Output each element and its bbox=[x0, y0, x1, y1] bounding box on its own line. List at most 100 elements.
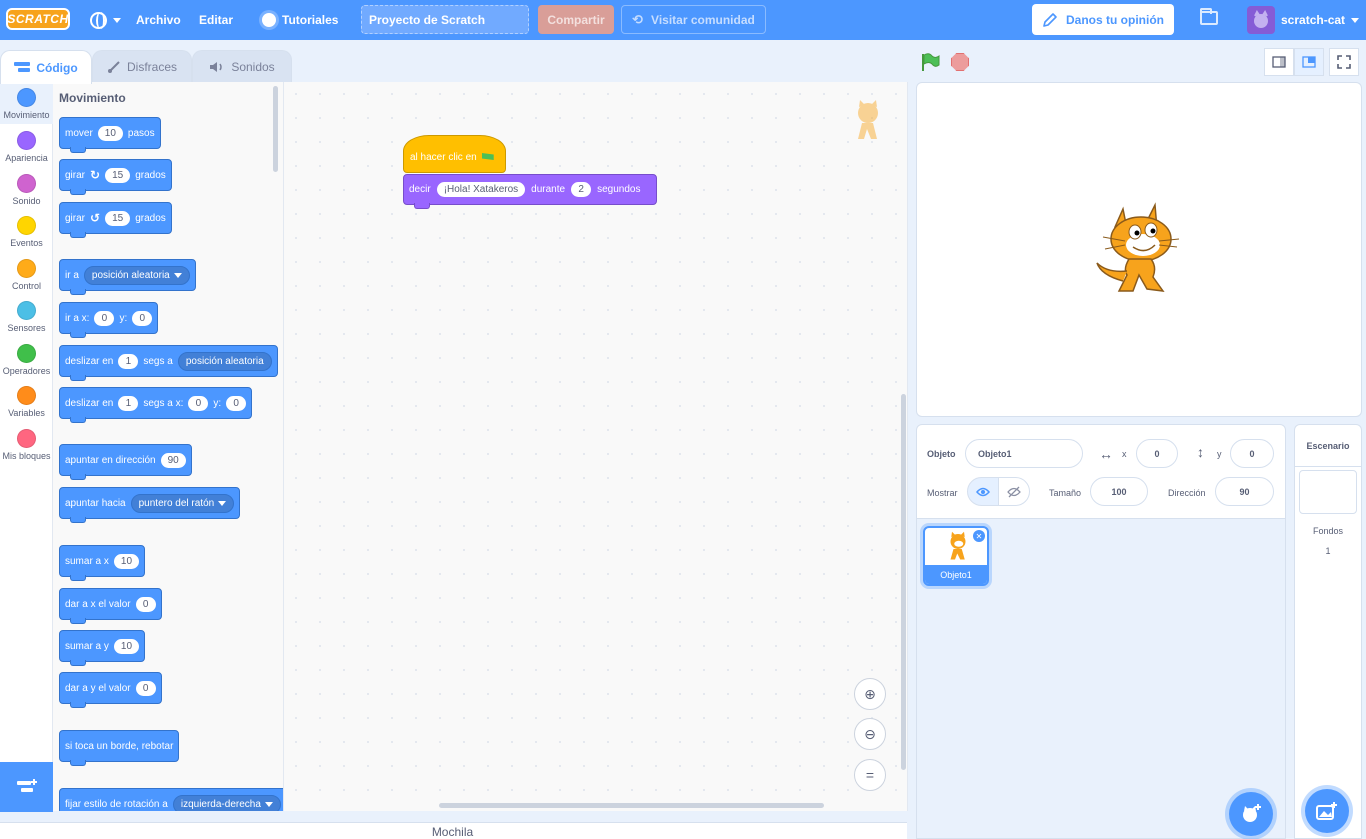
tab-code[interactable]: Código bbox=[0, 50, 92, 84]
scratch-logo[interactable]: SCRATCH bbox=[6, 8, 70, 30]
block-dropdown[interactable]: izquierda-derecha bbox=[172, 794, 281, 811]
backdrop-thumbnail[interactable] bbox=[1299, 470, 1357, 514]
script-area[interactable]: al hacer clic en decir ¡Hola! Xatakeros … bbox=[284, 82, 908, 811]
block-input[interactable]: 0 bbox=[188, 395, 209, 411]
cat-sprite[interactable] bbox=[1093, 201, 1185, 299]
account-menu[interactable]: scratch-cat bbox=[1247, 4, 1360, 36]
category-eventos[interactable]: Eventos bbox=[0, 216, 53, 248]
sprite-tile[interactable]: ✕ Objeto1 bbox=[923, 526, 989, 586]
block-glide-to-xy[interactable]: deslizar en 1 segs a x: 0 y: 0 bbox=[59, 387, 253, 423]
block-input[interactable]: 0 bbox=[94, 310, 115, 326]
block-text: apuntar en dirección bbox=[65, 454, 156, 466]
block-input[interactable]: ¡Hola! Xatakeros bbox=[436, 182, 526, 197]
block-change-y[interactable]: sumar a y 10 bbox=[59, 630, 146, 666]
feedback-button[interactable]: Danos tu opinión bbox=[1032, 4, 1174, 35]
menu-archivo[interactable]: Archivo bbox=[136, 0, 181, 40]
category-variables[interactable]: Variables bbox=[0, 386, 53, 418]
tab-costumes[interactable]: Disfraces bbox=[92, 50, 192, 83]
chevron-down-icon bbox=[1351, 17, 1360, 23]
green-flag-icon[interactable] bbox=[920, 52, 940, 72]
block-move-steps[interactable]: mover 10 pasos bbox=[59, 117, 161, 153]
block-input[interactable]: 90 bbox=[160, 452, 186, 468]
community-icon: ⟲ bbox=[632, 11, 644, 27]
category-control[interactable]: Control bbox=[0, 259, 53, 291]
x-position-input[interactable]: 0 bbox=[1136, 439, 1178, 468]
category-label: Variables bbox=[8, 408, 45, 418]
zoom-in-button[interactable]: ⊕ bbox=[854, 678, 886, 710]
normal-stage-button[interactable] bbox=[1294, 48, 1324, 76]
language-menu[interactable] bbox=[90, 0, 121, 40]
block-input[interactable]: 0 bbox=[135, 680, 156, 696]
category-operadores[interactable]: Operadores bbox=[0, 344, 53, 376]
block-change-x[interactable]: sumar a x 10 bbox=[59, 545, 146, 581]
fullscreen-button[interactable] bbox=[1329, 48, 1359, 76]
block-dropdown[interactable]: posición aleatoria bbox=[83, 265, 190, 285]
backpack-label: Mochila bbox=[431, 825, 474, 839]
tab-sounds[interactable]: Sonidos bbox=[192, 50, 292, 83]
menu-editar[interactable]: Editar bbox=[199, 0, 233, 40]
stop-icon[interactable] bbox=[951, 53, 969, 71]
block-input[interactable]: 10 bbox=[97, 125, 123, 141]
block-dropdown[interactable]: posición aleatoria bbox=[177, 351, 272, 371]
block-input[interactable]: 15 bbox=[105, 167, 131, 183]
block-text: sumar a x bbox=[65, 555, 109, 567]
size-input[interactable]: 100 bbox=[1090, 477, 1148, 506]
block-bounce[interactable]: si toca un borde, rebotar bbox=[59, 730, 180, 766]
block-input[interactable]: 0 bbox=[226, 395, 247, 411]
choose-backdrop-button[interactable] bbox=[1305, 789, 1349, 833]
y-position-input[interactable]: 0 bbox=[1230, 439, 1274, 468]
choose-sprite-button[interactable] bbox=[1229, 792, 1273, 836]
dropdown-value: posición aleatoria bbox=[185, 355, 264, 367]
block-say-for-secs[interactable]: decir ¡Hola! Xatakeros durante 2 segundo… bbox=[403, 174, 657, 209]
menu-tutoriales[interactable]: Tutoriales bbox=[262, 0, 338, 40]
block-set-y[interactable]: dar a y el valor 0 bbox=[59, 672, 162, 708]
add-extension-button[interactable] bbox=[0, 762, 53, 812]
block-input[interactable]: 1 bbox=[118, 353, 139, 369]
block-when-flag-clicked[interactable]: al hacer clic en bbox=[403, 135, 506, 173]
block-input[interactable]: 10 bbox=[113, 553, 140, 569]
block-rotation-style[interactable]: fijar estilo de rotación a izquierda-der… bbox=[59, 788, 283, 811]
vertical-scrollbar[interactable] bbox=[901, 394, 906, 770]
share-button[interactable]: Compartir bbox=[538, 5, 614, 34]
direction-input[interactable]: 90 bbox=[1215, 477, 1274, 506]
hide-sprite-button[interactable] bbox=[998, 477, 1030, 506]
block-go-to[interactable]: ir a posición aleatoria bbox=[59, 259, 196, 295]
block-glide-to[interactable]: deslizar en 1 segs a posición aleatoria bbox=[59, 345, 278, 381]
category-mis-bloques[interactable]: Mis bloques bbox=[0, 429, 53, 461]
dropdown-value: puntero del ratón bbox=[138, 497, 215, 509]
backdrops-count: 1 bbox=[1325, 546, 1331, 556]
stage-selector[interactable]: Escenario Fondos 1 bbox=[1294, 424, 1362, 839]
block-input[interactable]: 0 bbox=[132, 310, 153, 326]
block-point-in-direction[interactable]: apuntar en dirección 90 bbox=[59, 444, 192, 480]
small-stage-button[interactable] bbox=[1264, 48, 1294, 76]
block-input[interactable]: 1 bbox=[118, 395, 139, 411]
zoom-out-button[interactable]: ⊖ bbox=[854, 718, 886, 750]
block-input[interactable]: 0 bbox=[135, 596, 156, 612]
folder-icon[interactable] bbox=[1200, 8, 1218, 25]
project-title-input[interactable]: Proyecto de Scratch bbox=[361, 5, 529, 34]
block-go-to-xy[interactable]: ir a x: 0 y: 0 bbox=[59, 302, 159, 338]
block-text: fijar estilo de rotación a bbox=[65, 798, 168, 810]
category-sensores[interactable]: Sensores bbox=[0, 301, 53, 333]
block-input[interactable]: 2 bbox=[571, 182, 592, 197]
zoom-reset-button[interactable]: = bbox=[854, 759, 886, 791]
block-dropdown[interactable]: puntero del ratón bbox=[130, 493, 235, 513]
category-sonido[interactable]: Sonido bbox=[0, 174, 53, 206]
delete-sprite-button[interactable]: ✕ bbox=[973, 530, 985, 542]
block-point-towards[interactable]: apuntar hacia puntero del ratón bbox=[59, 487, 241, 523]
see-community-button[interactable]: ⟲ Visitar comunidad bbox=[621, 5, 766, 34]
block-set-x[interactable]: dar a x el valor 0 bbox=[59, 588, 162, 624]
category-movimiento[interactable]: Movimiento bbox=[0, 82, 53, 124]
horizontal-scrollbar[interactable] bbox=[439, 803, 824, 808]
block-input[interactable]: 15 bbox=[105, 210, 131, 226]
block-turn-left[interactable]: girar ↺ 15 grados bbox=[59, 202, 172, 238]
stage-canvas[interactable] bbox=[916, 82, 1362, 417]
block-turn-right[interactable]: girar ↻ 15 grados bbox=[59, 159, 172, 195]
show-sprite-button[interactable] bbox=[967, 477, 999, 506]
block-input[interactable]: 10 bbox=[113, 638, 140, 654]
sprite-name-input[interactable]: Objeto1 bbox=[965, 439, 1083, 468]
palette-title: Movimiento bbox=[59, 91, 126, 105]
palette-scrollbar[interactable] bbox=[273, 86, 278, 172]
backpack-bar[interactable]: Mochila bbox=[0, 822, 907, 839]
category-apariencia[interactable]: Apariencia bbox=[0, 131, 53, 163]
